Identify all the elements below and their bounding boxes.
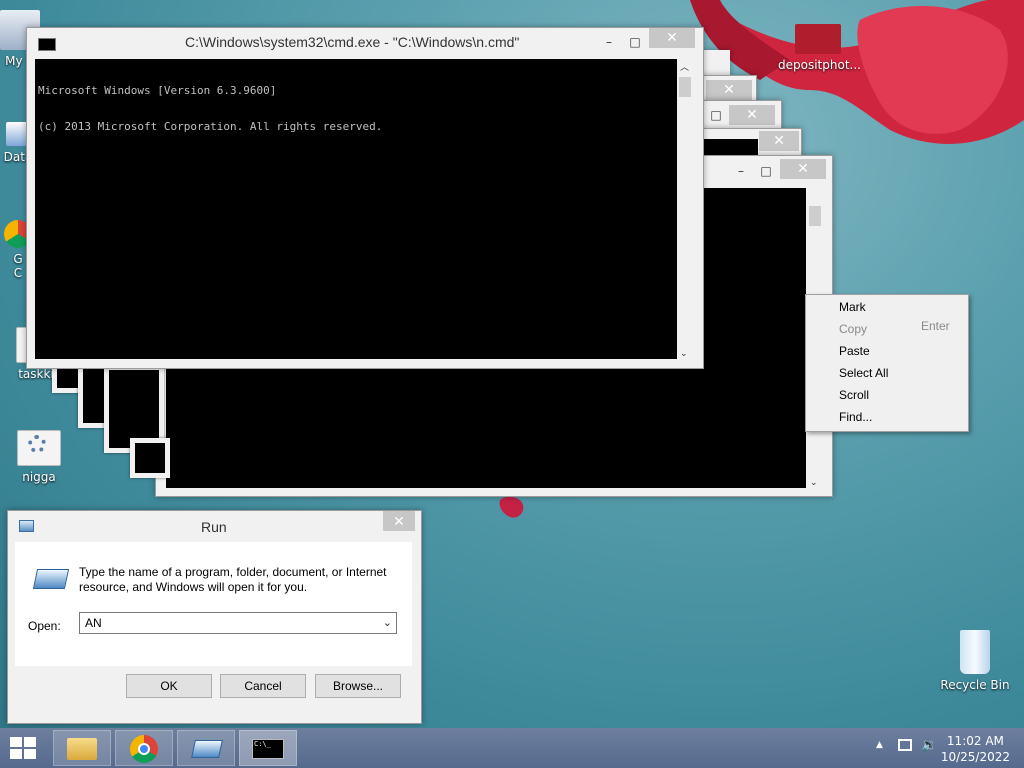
close-button[interactable]: ✕ (383, 511, 415, 531)
dialog-body: Type the name of a program, folder, docu… (15, 542, 412, 666)
chrome-icon (130, 735, 158, 763)
scroll-down-arrow-icon[interactable]: ⌄ (680, 349, 688, 359)
clock-time: 11:02 AM (946, 734, 1004, 748)
open-label: Open: (28, 619, 61, 633)
taskbar: C:\_ ▲ 🔉 11:02 AM 10/25/2022 (0, 728, 1024, 768)
run-title-icon (19, 520, 34, 532)
taskbar-cmd[interactable]: C:\_ (239, 730, 297, 766)
desktop-icon-depositphotos[interactable]: depositphot... (778, 24, 861, 72)
close-button[interactable]: ✕ (780, 159, 826, 179)
close-button[interactable]: ✕ (706, 80, 752, 100)
run-dialog[interactable]: Run ✕ Type the name of a program, folder… (7, 510, 422, 724)
network-icon[interactable] (898, 739, 912, 751)
settings-file-icon (17, 430, 61, 466)
taskbar-run[interactable] (177, 730, 235, 766)
desktop: My C Data G C taskki nigga depositphot..… (0, 0, 1024, 728)
gear-icon (28, 435, 46, 453)
start-button[interactable] (8, 735, 38, 761)
run-icon (191, 740, 223, 758)
menu-item-paste[interactable]: Paste (839, 341, 870, 361)
title-bar[interactable]: C:\Windows\system32\cmd.exe - "C:\Window… (27, 28, 703, 58)
open-input-value: AN (85, 616, 102, 630)
vertical-scrollbar[interactable]: ︿ ⌄ (677, 59, 693, 359)
close-button[interactable]: ✕ (649, 28, 695, 48)
menu-item-copy[interactable]: Copy (839, 319, 867, 339)
minimize-button[interactable]: – (599, 32, 619, 52)
cmd-window[interactable]: C:\Windows\system32\cmd.exe - "C:\Window… (26, 27, 704, 369)
image-file-icon (795, 24, 841, 54)
clock[interactable]: 11:02 AM 10/25/2022 (941, 733, 1010, 765)
desktop-icon-label: depositphot... (778, 58, 861, 72)
scrollbar-thumb[interactable] (809, 206, 821, 226)
desktop-icon-label: Recycle Bin (940, 678, 1010, 692)
open-input[interactable]: AN ⌄ (79, 612, 397, 634)
close-button[interactable]: ✕ (759, 131, 799, 151)
close-button[interactable]: ✕ (729, 105, 775, 125)
menu-item-find[interactable]: Find... (839, 407, 872, 427)
folder-icon (67, 738, 97, 760)
maximize-button[interactable]: □ (706, 105, 726, 125)
menu-item-mark[interactable]: Mark (839, 297, 866, 317)
taskbar-file-explorer[interactable] (53, 730, 111, 766)
show-hidden-icons-chevron-up-icon[interactable]: ▲ (876, 740, 883, 750)
console-line: (c) 2013 Microsoft Corporation. All righ… (38, 120, 383, 133)
cmd-window-edge (130, 438, 170, 478)
scroll-up-arrow-icon[interactable]: ︿ (680, 60, 689, 73)
volume-icon[interactable]: 🔉 (921, 738, 937, 753)
scroll-down-arrow-icon[interactable]: ⌄ (810, 478, 818, 488)
desktop-icon-nigga[interactable]: nigga (0, 430, 79, 484)
scrollbar-thumb[interactable] (679, 77, 691, 97)
windows-logo-icon (10, 737, 36, 759)
cmd-icon: C:\_ (252, 739, 284, 759)
maximize-button[interactable]: □ (625, 32, 645, 52)
ok-button[interactable]: OK (126, 674, 212, 698)
run-description: Type the name of a program, folder, docu… (79, 565, 387, 594)
dialog-title: Run (201, 519, 227, 535)
run-program-icon (32, 569, 70, 589)
cancel-button[interactable]: Cancel (220, 674, 306, 698)
cmd-icon (38, 38, 56, 51)
minimize-button[interactable]: – (731, 161, 751, 181)
desktop-icon-recycle-bin[interactable]: Recycle Bin (935, 630, 1015, 692)
desktop-icon-label: nigga (22, 470, 56, 484)
browse-button[interactable]: Browse... (315, 674, 401, 698)
menu-item-select-all[interactable]: Select All (839, 363, 888, 383)
maximize-button[interactable]: □ (756, 161, 776, 181)
clock-date: 10/25/2022 (940, 750, 1010, 764)
window-title: C:\Windows\system32\cmd.exe - "C:\Window… (185, 34, 520, 50)
chevron-down-icon[interactable]: ⌄ (383, 616, 392, 629)
console-output[interactable]: Microsoft Windows [Version 6.3.9600] (c)… (35, 59, 677, 359)
console-line: Microsoft Windows [Version 6.3.9600] (38, 84, 277, 97)
context-menu: Mark Copy Enter Paste Select All Scroll … (805, 294, 969, 432)
menu-item-scroll[interactable]: Scroll (839, 385, 869, 405)
recycle-bin-icon (960, 630, 990, 674)
taskbar-chrome[interactable] (115, 730, 173, 766)
menu-item-copy-shortcut: Enter (921, 319, 950, 333)
